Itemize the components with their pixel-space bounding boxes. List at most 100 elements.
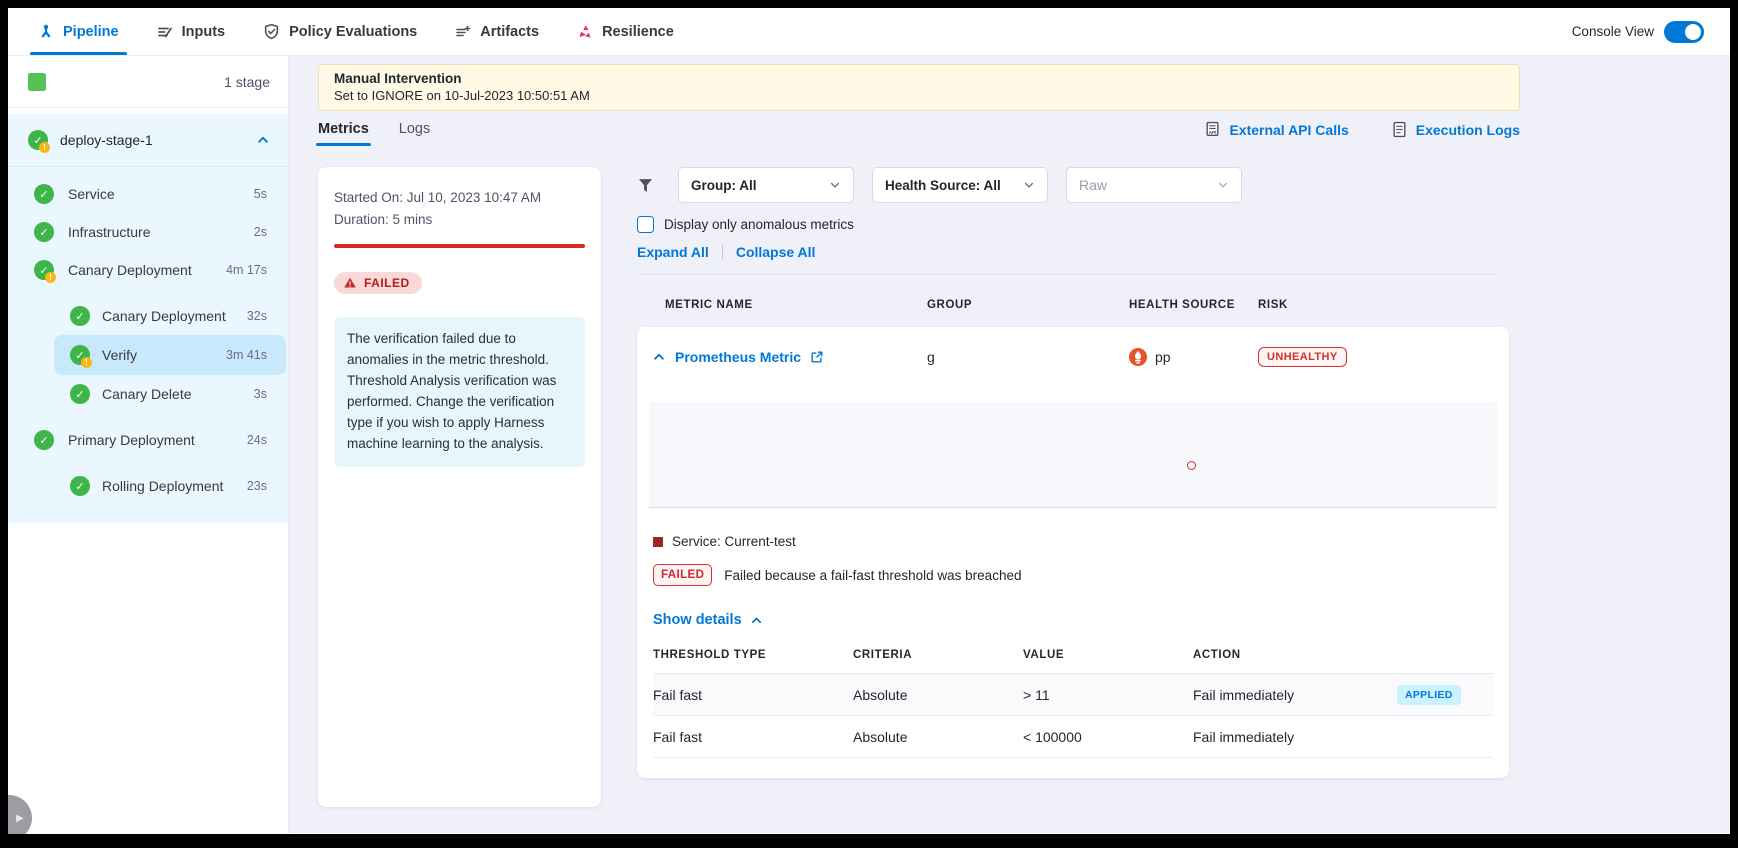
health-source-name: pp <box>1155 349 1171 365</box>
tab-resilience-label: Resilience <box>602 24 674 40</box>
expand-collapse-row: Expand All Collapse All <box>637 244 1519 260</box>
col-risk: RISK <box>1258 299 1519 311</box>
step-duration: 24s <box>247 433 267 447</box>
tab-logs[interactable]: Logs <box>399 121 430 146</box>
started-on-text: Started On: Jul 10, 2023 10:47 AM <box>334 187 585 209</box>
fail-reason-row: FAILED Failed because a fail-fast thresh… <box>653 564 1509 586</box>
threshold-row: Fail fast Absolute > 11 Fail immediately… <box>653 674 1493 716</box>
anomalous-data-point[interactable] <box>1187 461 1196 470</box>
raw-view-dropdown[interactable]: Raw <box>1066 167 1242 203</box>
main-content: Manual Intervention Set to IGNORE on 10-… <box>289 56 1730 833</box>
col-action: ACTION <box>1193 649 1397 661</box>
expand-all-link[interactable]: Expand All <box>637 244 709 260</box>
pipeline-icon <box>38 24 54 40</box>
step-verify[interactable]: ✓ Verify 3m 41s <box>8 335 288 375</box>
tab-policy-evaluations[interactable]: Policy Evaluations <box>263 8 417 55</box>
tab-metrics[interactable]: Metrics <box>318 121 369 146</box>
collapse-all-link[interactable]: Collapse All <box>736 244 816 260</box>
step-duration: 3m 41s <box>226 348 267 362</box>
col-criteria: CRITERIA <box>853 649 1023 661</box>
health-source-filter-value: Health Source: All <box>885 178 1001 193</box>
anomalous-metrics-label: Display only anomalous metrics <box>664 217 854 232</box>
external-link-icon[interactable] <box>810 350 824 364</box>
chevron-down-icon <box>829 179 841 191</box>
col-metric-name: METRIC NAME <box>637 299 927 311</box>
chart-legend-row: Service: Current-test <box>653 534 1509 549</box>
health-source-cell: pp <box>1129 348 1258 366</box>
step-service[interactable]: ✓ Service 5s <box>8 175 288 213</box>
step-label: Rolling Deployment <box>102 478 223 494</box>
stage-count-row: 1 stage <box>8 56 288 108</box>
console-view-label: Console View <box>1572 24 1654 39</box>
chevron-up-icon[interactable] <box>652 350 666 364</box>
success-check-icon: ✓ <box>70 384 90 404</box>
step-list: ✓ Service 5s ✓ Infrastructure 2s ✓ Canar… <box>8 167 288 505</box>
col-value: VALUE <box>1023 649 1193 661</box>
tab-pipeline[interactable]: Pipeline <box>38 8 119 55</box>
right-arrow-icon: ▶ <box>16 813 24 824</box>
step-canary-delete[interactable]: ✓ Canary Delete 3s <box>8 375 288 413</box>
verification-message: The verification failed due to anomalies… <box>334 317 585 467</box>
step-label: Primary Deployment <box>68 432 195 448</box>
banner-title: Manual Intervention <box>334 71 1504 86</box>
anomalous-metrics-checkbox[interactable] <box>637 216 654 233</box>
inputs-icon <box>157 24 173 40</box>
header-links: API External API Calls Execution Logs <box>1204 121 1520 138</box>
chevron-down-icon <box>1217 179 1229 191</box>
threshold-criteria: Absolute <box>853 729 1023 745</box>
legend-label: Service: Current-test <box>672 534 796 549</box>
app-window: Pipeline Inputs Policy Evaluations Artif… <box>8 8 1730 834</box>
stage-status-square <box>28 73 46 91</box>
chevron-up-icon[interactable] <box>256 133 270 147</box>
metric-expand-toggle[interactable]: Prometheus Metric <box>637 349 927 365</box>
threshold-value: < 100000 <box>1023 729 1193 745</box>
unhealthy-risk-badge: UNHEALTHY <box>1258 347 1347 367</box>
metrics-panel: Group: All Health Source: All Raw <box>637 167 1519 807</box>
external-api-calls-link[interactable]: API External API Calls <box>1204 121 1348 138</box>
step-duration: 4m 17s <box>226 263 267 277</box>
health-source-filter-dropdown[interactable]: Health Source: All <box>872 167 1048 203</box>
tab-inputs[interactable]: Inputs <box>157 8 226 55</box>
svg-text:API: API <box>1209 130 1217 135</box>
col-health-source: HEALTH SOURCE <box>1129 299 1258 311</box>
toggle-knob <box>1685 24 1701 40</box>
step-rolling-deployment[interactable]: ✓ Rolling Deployment 23s <box>8 467 288 505</box>
tab-artifacts[interactable]: Artifacts <box>455 8 539 55</box>
metric-chart-area[interactable] <box>649 402 1497 508</box>
group-filter-dropdown[interactable]: Group: All <box>678 167 854 203</box>
prometheus-icon <box>1129 348 1147 366</box>
banner-subtitle: Set to IGNORE on 10-Jul-2023 10:50:51 AM <box>334 88 1504 103</box>
step-primary-deployment[interactable]: ✓ Primary Deployment 24s <box>8 421 288 459</box>
stage-header-deploy-stage-1[interactable]: ✓ deploy-stage-1 <box>8 114 288 166</box>
applied-badge: APPLIED <box>1397 685 1461 705</box>
step-label: Canary Delete <box>102 386 192 402</box>
threshold-action: Fail immediately <box>1193 687 1397 703</box>
external-api-calls-label: External API Calls <box>1229 122 1348 138</box>
execution-logs-link[interactable]: Execution Logs <box>1391 121 1520 138</box>
fail-reason-text: Failed because a fail-fast threshold was… <box>724 568 1021 583</box>
content-tabs-row: Metrics Logs API External API Calls Exec… <box>318 121 1520 153</box>
stage-panel: ✓ deploy-stage-1 ✓ Service 5s ✓ Infrastr… <box>8 114 288 523</box>
filter-row: Group: All Health Source: All Raw <box>637 167 1519 203</box>
execution-logs-label: Execution Logs <box>1416 122 1520 138</box>
show-details-label: Show details <box>653 612 742 628</box>
step-infrastructure[interactable]: ✓ Infrastructure 2s <box>8 213 288 251</box>
threshold-criteria: Absolute <box>853 687 1023 703</box>
show-details-link[interactable]: Show details <box>653 612 763 628</box>
policy-shield-icon <box>263 23 280 40</box>
step-canary-deployment[interactable]: ✓ Canary Deployment 32s <box>8 297 288 335</box>
metric-name-link[interactable]: Prometheus Metric <box>675 349 801 365</box>
step-duration: 5s <box>254 187 267 201</box>
stage-count-label: 1 stage <box>224 74 270 90</box>
metric-group-value: g <box>927 349 1129 365</box>
anomalous-filter-row: Display only anomalous metrics <box>637 216 1519 233</box>
step-canary-deployment-group[interactable]: ✓ Canary Deployment 4m 17s <box>8 251 288 289</box>
console-view-toggle[interactable] <box>1664 21 1704 43</box>
expand-panel-handle[interactable]: ▶ <box>8 795 32 834</box>
success-check-icon: ✓ <box>70 476 90 496</box>
step-duration: 23s <box>247 479 267 493</box>
manual-intervention-banner: Manual Intervention Set to IGNORE on 10-… <box>318 64 1520 111</box>
resilience-icon <box>577 24 593 40</box>
step-label: Service <box>68 186 115 202</box>
tab-resilience[interactable]: Resilience <box>577 8 674 55</box>
